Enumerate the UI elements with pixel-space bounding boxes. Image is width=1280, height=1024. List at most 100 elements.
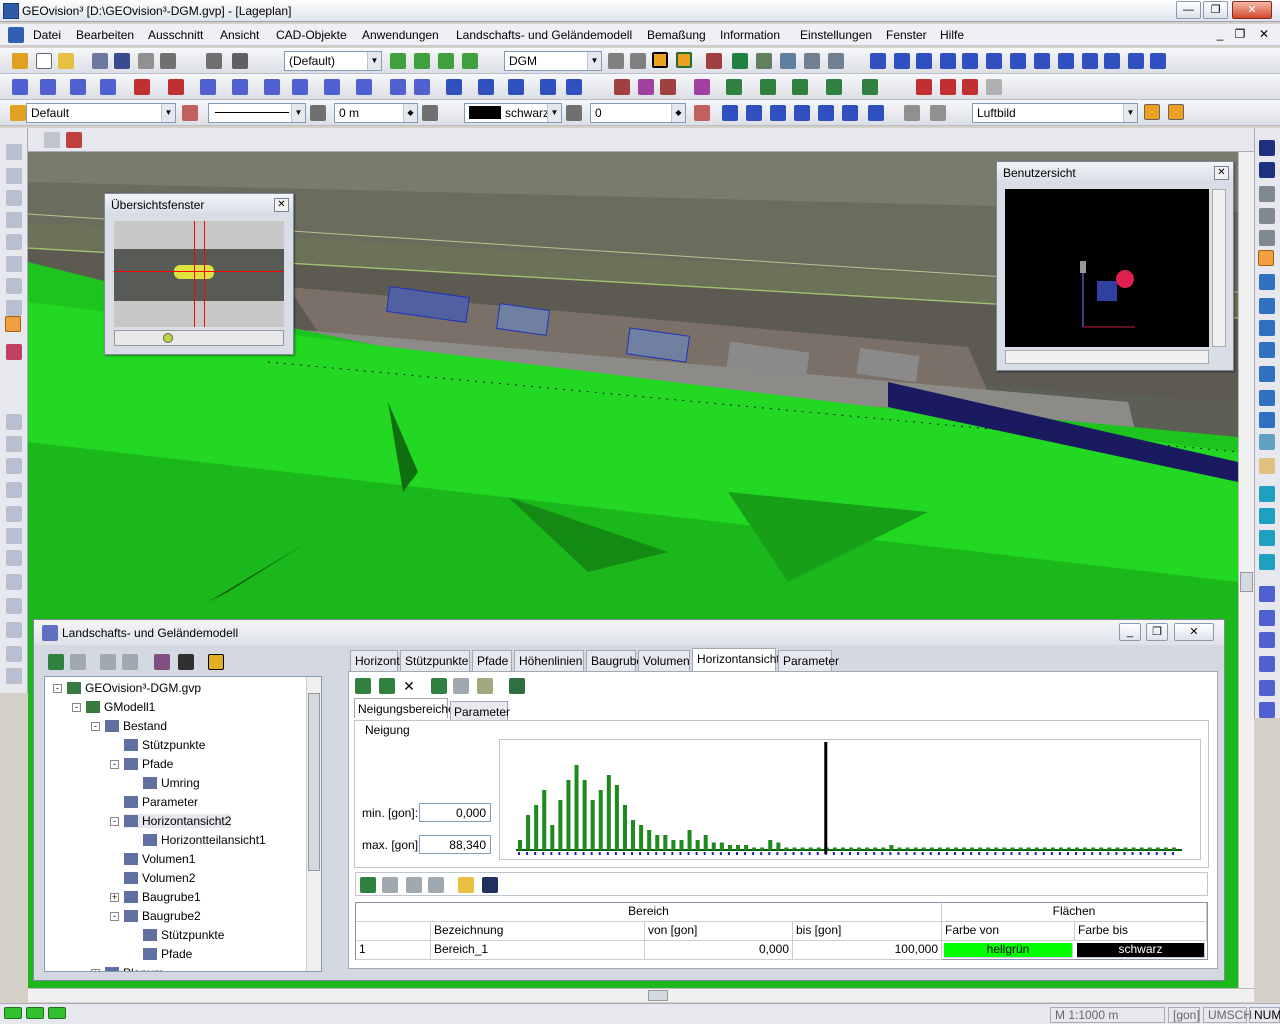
- style-combo[interactable]: Default ▼: [26, 103, 176, 123]
- tree-remove-icon[interactable]: [70, 654, 86, 670]
- view-3-icon[interactable]: [1259, 230, 1275, 246]
- info-volume-icon[interactable]: [1034, 53, 1050, 69]
- info-angle-icon[interactable]: [986, 53, 1002, 69]
- layer-props-icon[interactable]: [842, 105, 858, 121]
- tools-icon[interactable]: [92, 53, 108, 69]
- subtab-parameter[interactable]: Parameter: [450, 701, 510, 721]
- frame-icon[interactable]: [652, 52, 668, 68]
- menu-cad-objekte[interactable]: CAD-Objekte: [276, 28, 347, 42]
- tree-toggle-icon[interactable]: -: [110, 817, 119, 826]
- tool-20-icon[interactable]: [6, 646, 22, 662]
- transform-5-icon[interactable]: [1259, 680, 1275, 696]
- tree-toggle-icon[interactable]: -: [53, 684, 62, 693]
- draw-ellipse-icon[interactable]: [356, 79, 372, 95]
- tool-10-icon[interactable]: [6, 414, 22, 430]
- tab-horizont[interactable]: Horizont: [350, 650, 400, 671]
- chevron-down-icon[interactable]: ▼: [291, 104, 305, 122]
- menu-hilfe[interactable]: Hilfe: [940, 28, 964, 42]
- calculator-icon[interactable]: [904, 105, 920, 121]
- draw-arc-icon[interactable]: [100, 79, 116, 95]
- view-1-icon[interactable]: [1259, 186, 1275, 202]
- tool-3-icon[interactable]: [6, 190, 22, 206]
- tree-node[interactable]: Baugrube2: [124, 909, 201, 923]
- cell-von[interactable]: 0,000: [645, 941, 793, 960]
- tool-active-icon[interactable]: [5, 316, 21, 332]
- user-view-close-button[interactable]: ✕: [1214, 166, 1229, 180]
- join-icon[interactable]: [694, 79, 710, 95]
- minimize-button[interactable]: —: [1176, 1, 1201, 19]
- chart-icon[interactable]: [508, 79, 524, 95]
- draw-ray-icon[interactable]: [292, 79, 308, 95]
- menu-einstellungen[interactable]: Einstellungen: [800, 28, 872, 42]
- tree-scrollbar[interactable]: [306, 677, 321, 971]
- array-icon[interactable]: [826, 79, 842, 95]
- extend-icon[interactable]: [792, 79, 808, 95]
- draw-line-icon[interactable]: [12, 79, 28, 95]
- draw-spline-icon[interactable]: [232, 79, 248, 95]
- compute-icon[interactable]: [431, 678, 447, 694]
- pan-icon[interactable]: [1259, 434, 1275, 450]
- export-icon[interactable]: [477, 678, 493, 694]
- dialog-maximize-button[interactable]: ❐: [1146, 623, 1168, 641]
- text-icon[interactable]: [446, 79, 462, 95]
- tree-node[interactable]: Parameter: [124, 795, 198, 809]
- chevron-down-icon[interactable]: ▼: [587, 52, 601, 70]
- mdi-restore-button[interactable]: ❐: [1232, 27, 1248, 41]
- compute-disabled-icon[interactable]: [453, 678, 469, 694]
- tree-node[interactable]: Baugrube1: [124, 890, 201, 904]
- tool-17-icon[interactable]: [6, 574, 22, 590]
- tab-volumen[interactable]: Volumen: [638, 650, 690, 671]
- info-layer-icon[interactable]: [1082, 53, 1098, 69]
- frame-filled-icon[interactable]: [676, 52, 692, 68]
- menu-bemassung[interactable]: Bemaßung: [647, 28, 706, 42]
- delete-check-icon[interactable]: [962, 79, 978, 95]
- print-icon[interactable]: [232, 53, 248, 69]
- tree-toggle-icon[interactable]: -: [91, 722, 100, 731]
- measure-icon[interactable]: [324, 79, 340, 95]
- color-combo[interactable]: schwarz ▼: [464, 103, 562, 123]
- status-indicator-2-icon[interactable]: [26, 1007, 44, 1019]
- delete-x-icon[interactable]: [940, 79, 956, 95]
- tree-toggle-icon[interactable]: +: [91, 969, 100, 971]
- map-window-icon[interactable]: [44, 132, 60, 148]
- tool-9-icon[interactable]: [6, 344, 22, 360]
- tree-node[interactable]: Stützpunkte: [143, 928, 224, 942]
- map-v-scroll-thumb[interactable]: [1240, 572, 1253, 592]
- info-export-icon[interactable]: [1150, 53, 1166, 69]
- draw-polyline-icon[interactable]: [40, 79, 56, 95]
- tool-5-icon[interactable]: [6, 234, 22, 250]
- delete-x-icon[interactable]: ✕: [401, 678, 417, 694]
- save-icon[interactable]: [114, 53, 130, 69]
- open-folder-icon[interactable]: [58, 53, 74, 69]
- maximize-button[interactable]: ❐: [1203, 1, 1228, 19]
- map-v-scrollbar[interactable]: [1238, 152, 1254, 988]
- keypad-icon[interactable]: [930, 105, 946, 121]
- close-button[interactable]: ✕: [1232, 1, 1272, 19]
- tree-node[interactable]: Bestand: [105, 719, 167, 733]
- tree-node[interactable]: Horizontansicht2: [124, 814, 232, 828]
- tab-parameter[interactable]: Parameter: [778, 650, 839, 671]
- chevron-down-icon[interactable]: ▼: [547, 104, 561, 122]
- delete-icon[interactable]: [916, 79, 932, 95]
- magnify-icon[interactable]: [1259, 390, 1275, 406]
- globe-1-icon[interactable]: [1259, 486, 1275, 502]
- layer-visibility-icon[interactable]: [722, 105, 738, 121]
- dialog-minimize-button[interactable]: _: [1119, 623, 1141, 641]
- aerial-photo-icon[interactable]: [1144, 104, 1160, 120]
- tree-node[interactable]: Volumen1: [124, 852, 195, 866]
- menu-anwendungen[interactable]: Anwendungen: [362, 28, 439, 42]
- chevron-down-icon[interactable]: ▼: [1123, 104, 1137, 122]
- tool-13-icon[interactable]: [6, 482, 22, 498]
- range-sort-desc-icon[interactable]: [428, 877, 444, 893]
- tab-pfade[interactable]: Pfade: [472, 650, 512, 671]
- tree-node[interactable]: Pfade: [124, 757, 173, 771]
- arrow-up-icon[interactable]: [1259, 162, 1275, 178]
- layer-icon[interactable]: [462, 53, 478, 69]
- style-edit-icon[interactable]: [182, 105, 198, 121]
- col-farbe-bis[interactable]: Farbe bis: [1075, 922, 1207, 941]
- pattern2-icon[interactable]: [804, 53, 820, 69]
- tool-7-icon[interactable]: [6, 278, 22, 294]
- tree-toggle-icon[interactable]: -: [110, 912, 119, 921]
- tool-16-icon[interactable]: [6, 550, 22, 566]
- add-subview-icon[interactable]: [379, 678, 395, 694]
